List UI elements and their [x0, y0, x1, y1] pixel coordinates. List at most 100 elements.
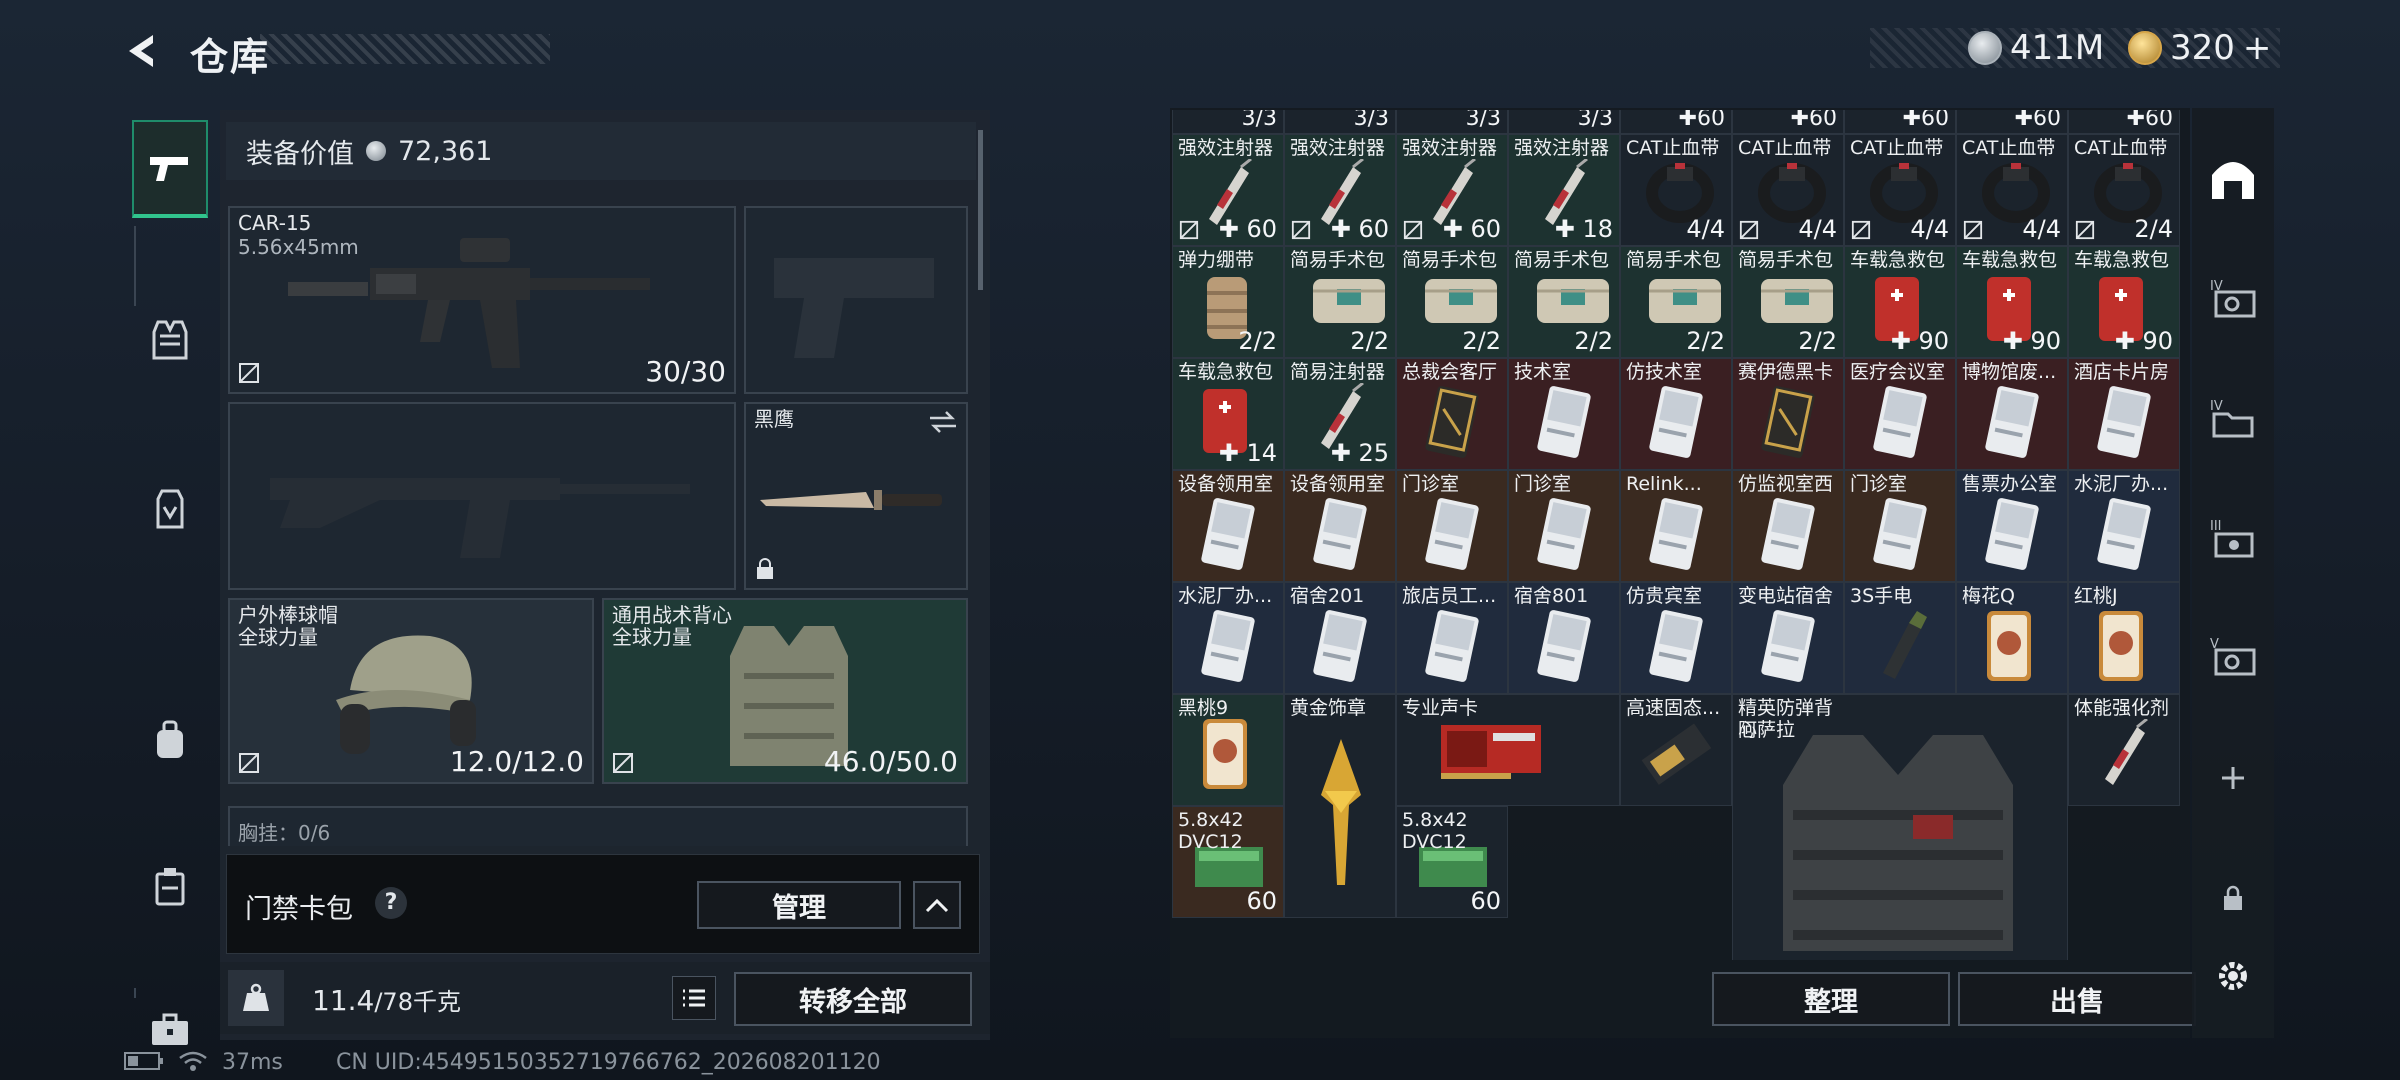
- silver-currency[interactable]: 411M: [1968, 22, 2104, 74]
- storage-item-cell[interactable]: CAT止血带 2/4: [2068, 134, 2180, 246]
- back-button[interactable]: [118, 26, 168, 76]
- list-view-button[interactable]: [672, 976, 716, 1020]
- rifle-placeholder-icon: [270, 478, 690, 558]
- storage-item-cell[interactable]: 车载急救包 ✚ 90: [2068, 246, 2180, 358]
- storage-cell-partial[interactable]: 3/3: [1172, 110, 1284, 134]
- storage-item-cell[interactable]: CAT止血带 4/4: [1844, 134, 1956, 246]
- storage-item-cell[interactable]: 强效注射器 ✚ 60: [1284, 134, 1396, 246]
- nav-lock[interactable]: [2192, 858, 2274, 938]
- storage-item-cell[interactable]: 简易注射器 ✚ 25: [1284, 358, 1396, 470]
- nav-backpack[interactable]: [132, 698, 208, 782]
- storage-item-cell[interactable]: 车载急救包 ✚ 90: [1956, 246, 2068, 358]
- nav-case[interactable]: [132, 844, 208, 928]
- nav-container-4b[interactable]: IV: [2192, 378, 2274, 458]
- storage-item-cell[interactable]: 水泥厂办...: [2068, 470, 2180, 582]
- storage-item-cell[interactable]: 3S手电: [1844, 582, 1956, 694]
- storage-cell-partial[interactable]: ✚60: [1844, 110, 1956, 134]
- storage-item-cell[interactable]: 专业声卡: [1396, 694, 1620, 806]
- storage-cell-partial[interactable]: 3/3: [1508, 110, 1620, 134]
- storage-cell-partial[interactable]: ✚60: [2068, 110, 2180, 134]
- nav-container-5[interactable]: V: [2192, 616, 2274, 696]
- storage-item-cell[interactable]: CAT止血带 4/4: [1620, 134, 1732, 246]
- storage-item-cell[interactable]: 宿舍801: [1508, 582, 1620, 694]
- storage-item-cell[interactable]: 旅店员工...: [1396, 582, 1508, 694]
- nav-container-3[interactable]: III: [2192, 498, 2274, 578]
- storage-cell-partial[interactable]: ✚60: [1732, 110, 1844, 134]
- storage-item-cell[interactable]: 简易手术包 2/2: [1396, 246, 1508, 358]
- storage-item-cell[interactable]: CAT止血带 4/4: [1956, 134, 2068, 246]
- storage-item-cell[interactable]: 弹力绷带 2/2: [1172, 246, 1284, 358]
- item-name: 设备领用室: [1290, 473, 1386, 495]
- manage-button[interactable]: 管理: [697, 881, 901, 929]
- storage-item-cell[interactable]: 高速固态...: [1620, 694, 1732, 806]
- nav-vest[interactable]: [132, 298, 208, 382]
- help-icon[interactable]: ?: [375, 887, 407, 919]
- storage-item-cell[interactable]: 精英防弹背心 阿萨拉: [1732, 694, 2068, 960]
- nav-base[interactable]: [2192, 138, 2274, 218]
- storage-item-cell[interactable]: Relink...: [1620, 470, 1732, 582]
- transfer-all-button[interactable]: 转移全部: [734, 972, 972, 1026]
- secondary-weapon-slot[interactable]: [228, 402, 736, 590]
- storage-item-cell[interactable]: 强效注射器 ✚ 60: [1172, 134, 1284, 246]
- collapse-button[interactable]: [913, 881, 961, 929]
- storage-item-cell[interactable]: 黄金饰章: [1284, 694, 1396, 918]
- storage-item-cell[interactable]: 体能强化剂: [2068, 694, 2180, 806]
- storage-item-cell[interactable]: 水泥厂办...: [1172, 582, 1284, 694]
- helmet-slot[interactable]: 户外棒球帽 全球力量 12.0/12.0: [228, 598, 594, 784]
- card-item-image: [1645, 607, 1707, 689]
- storage-cell-partial[interactable]: ✚60: [1620, 110, 1732, 134]
- primary-weapon-slot[interactable]: CAR-15 5.56x45mm 30/30: [228, 206, 736, 394]
- melee-slot[interactable]: 黑鹰: [744, 402, 968, 590]
- storage-item-cell[interactable]: 简易手术包 2/2: [1284, 246, 1396, 358]
- storage-cell-partial[interactable]: 3/3: [1284, 110, 1396, 134]
- swap-icon[interactable]: [928, 410, 958, 434]
- storage-item-cell[interactable]: 强效注射器 ✚ 60: [1396, 134, 1508, 246]
- storage-cell-partial[interactable]: 3/3: [1396, 110, 1508, 134]
- storage-item-cell[interactable]: CAT止血带 4/4: [1732, 134, 1844, 246]
- storage-cell-partial[interactable]: ✚60: [1956, 110, 2068, 134]
- storage-item-cell[interactable]: 仿技术室: [1620, 358, 1732, 470]
- storage-item-cell[interactable]: 医疗会议室: [1844, 358, 1956, 470]
- storage-item-cell[interactable]: 设备领用室: [1172, 470, 1284, 582]
- storage-item-cell[interactable]: 红桃J: [2068, 582, 2180, 694]
- nav-add-container[interactable]: [2192, 738, 2274, 818]
- card-item-image: [1309, 607, 1371, 689]
- storage-item-cell[interactable]: 技术室: [1508, 358, 1620, 470]
- storage-item-cell[interactable]: 变电站宿舍: [1732, 582, 1844, 694]
- storage-item-cell[interactable]: 简易手术包 2/2: [1508, 246, 1620, 358]
- storage-item-cell[interactable]: 赛伊德黑卡: [1732, 358, 1844, 470]
- storage-item-cell[interactable]: 仿监视室西: [1732, 470, 1844, 582]
- gold-currency[interactable]: 320 +: [2128, 22, 2271, 74]
- nav-weapons[interactable]: [132, 120, 208, 218]
- storage-item-cell[interactable]: 车载急救包 ✚ 14: [1172, 358, 1284, 470]
- storage-item-cell[interactable]: 仿贵宾室: [1620, 582, 1732, 694]
- storage-item-cell[interactable]: 宿舍201: [1284, 582, 1396, 694]
- storage-item-cell[interactable]: 门诊室: [1844, 470, 1956, 582]
- storage-item-cell[interactable]: 总裁会客厅: [1396, 358, 1508, 470]
- sell-button[interactable]: 出售: [1958, 972, 2196, 1026]
- storage-item-cell[interactable]: 5.8x42 DVC12 60: [1172, 806, 1284, 918]
- storage-item-cell[interactable]: 简易手术包 2/2: [1620, 246, 1732, 358]
- storage-item-cell[interactable]: 酒店卡片房: [2068, 358, 2180, 470]
- storage-item-cell[interactable]: 门诊室: [1396, 470, 1508, 582]
- storage-item-cell[interactable]: 5.8x42 DVC12 60: [1396, 806, 1508, 918]
- storage-item-cell[interactable]: 博物馆废...: [1956, 358, 2068, 470]
- gold-currency-add[interactable]: +: [2243, 28, 2272, 68]
- storage-item-cell[interactable]: 黑桃9: [1172, 694, 1284, 806]
- settings-button[interactable]: [2192, 936, 2274, 1016]
- storage-item-cell[interactable]: 售票办公室: [1956, 470, 2068, 582]
- chest-rig-slot[interactable]: 胸挂：0/6: [228, 806, 968, 846]
- pistol-slot[interactable]: [744, 206, 968, 394]
- storage-item-cell[interactable]: 门诊室: [1508, 470, 1620, 582]
- sort-button[interactable]: 整理: [1712, 972, 1950, 1026]
- storage-item-cell[interactable]: 设备领用室: [1284, 470, 1396, 582]
- armor-slot[interactable]: 通用战术背心 全球力量 46.0/50.0: [602, 598, 968, 784]
- nav-rig[interactable]: [132, 468, 208, 552]
- storage-item-cell[interactable]: 简易手术包 2/2: [1732, 246, 1844, 358]
- storage-item-cell[interactable]: 梅花Q: [1956, 582, 2068, 694]
- equipment-scrollbar[interactable]: [978, 130, 983, 290]
- nav-container-4[interactable]: IV: [2192, 258, 2274, 338]
- storage-item-cell[interactable]: 车载急救包 ✚ 90: [1844, 246, 1956, 358]
- item-count: 2/2: [1574, 327, 1613, 355]
- storage-item-cell[interactable]: 强效注射器 ✚ 18: [1508, 134, 1620, 246]
